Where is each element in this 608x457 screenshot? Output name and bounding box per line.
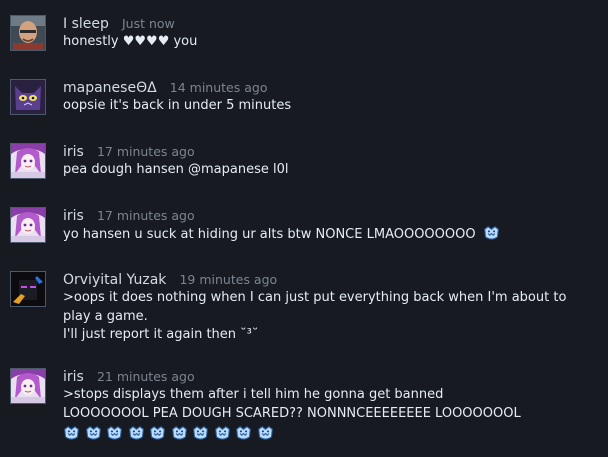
author-name[interactable]: iris	[63, 208, 84, 224]
shark-emote-icon	[128, 425, 145, 442]
comment-header: mapaneseΘΔ 14 minutes ago	[63, 78, 267, 97]
comment-header: iris 17 minutes ago	[63, 206, 195, 225]
comment-header: iris 17 minutes ago	[63, 142, 195, 161]
timestamp: Just now	[121, 16, 175, 31]
shark-emote-icon	[192, 425, 209, 442]
comment-line: honestly ♥♥♥♥ you	[63, 34, 198, 49]
bald-man-avatar-icon	[11, 16, 45, 50]
avatar[interactable]	[10, 15, 46, 51]
comment-text: oopsie it's back in under 5 minutes	[63, 97, 583, 116]
shark-emote-icon	[149, 425, 166, 442]
enderman-avatar-icon	[11, 272, 45, 306]
comment-line: yo hansen u suck at hiding ur alts btw N…	[63, 225, 583, 245]
avatar[interactable]	[10, 368, 46, 404]
avatar[interactable]	[10, 207, 46, 243]
author-name[interactable]: iris	[63, 369, 84, 385]
comment-feed: I sleep Just now honestly ♥♥♥♥ you mapan…	[0, 0, 608, 457]
shark-emote-icon	[85, 425, 102, 442]
comment-line: LOOOOOOOL PEA DOUGH SCARED?? NONNNCEEEEE…	[63, 405, 521, 421]
author-name[interactable]: I sleep	[63, 16, 109, 32]
comment-text: pea dough hansen @mapanese l0l	[63, 161, 583, 180]
avatar[interactable]	[10, 79, 46, 115]
comment-header: iris 21 minutes ago	[63, 367, 195, 386]
author-name[interactable]: mapaneseΘΔ	[63, 80, 157, 96]
comment-header: I sleep Just now	[63, 14, 175, 33]
avatar[interactable]	[10, 271, 46, 307]
avatar[interactable]	[10, 143, 46, 179]
anime-girl-avatar-icon	[11, 369, 45, 403]
anime-girl-avatar-icon	[11, 144, 45, 178]
timestamp: 19 minutes ago	[179, 272, 278, 287]
timestamp: 14 minutes ago	[169, 80, 268, 95]
shark-emote-icon	[257, 425, 274, 442]
comment-text: honestly ♥♥♥♥ you	[63, 33, 583, 52]
shark-emote-icon	[235, 425, 252, 442]
comment-line: I'll just report it again then ˘³˘	[63, 327, 259, 342]
timestamp: 17 minutes ago	[96, 144, 195, 159]
timestamp: 21 minutes ago	[96, 369, 195, 384]
emote-row	[63, 425, 583, 445]
shark-emote-icon	[63, 425, 80, 442]
comment-line: oopsie it's back in under 5 minutes	[63, 98, 292, 113]
shark-emote-icon	[106, 425, 123, 442]
anime-girl-avatar-icon	[11, 208, 45, 242]
author-name[interactable]: iris	[63, 144, 84, 160]
comment-line: >stops displays them after i tell him he…	[63, 387, 444, 402]
shark-emote-icon	[214, 425, 231, 442]
timestamp: 17 minutes ago	[96, 208, 195, 223]
comment-line-text: yo hansen u suck at hiding ur alts btw N…	[63, 227, 476, 242]
shark-emote-icon	[171, 425, 188, 442]
comment-line: pea dough hansen @mapanese l0l	[63, 162, 289, 177]
comment-line: >oops it does nothing when I can just pu…	[63, 290, 567, 324]
comment-text: >stops displays them after i tell him he…	[63, 386, 583, 445]
comment-text: yo hansen u suck at hiding ur alts btw N…	[63, 225, 583, 245]
comment-text: >oops it does nothing when I can just pu…	[63, 289, 583, 345]
comment-header: Orviyital Yuzak 19 minutes ago	[63, 270, 277, 289]
purple-cat-avatar-icon	[11, 80, 45, 114]
author-name[interactable]: Orviyital Yuzak	[63, 272, 166, 288]
shark-emote-icon	[483, 225, 500, 242]
